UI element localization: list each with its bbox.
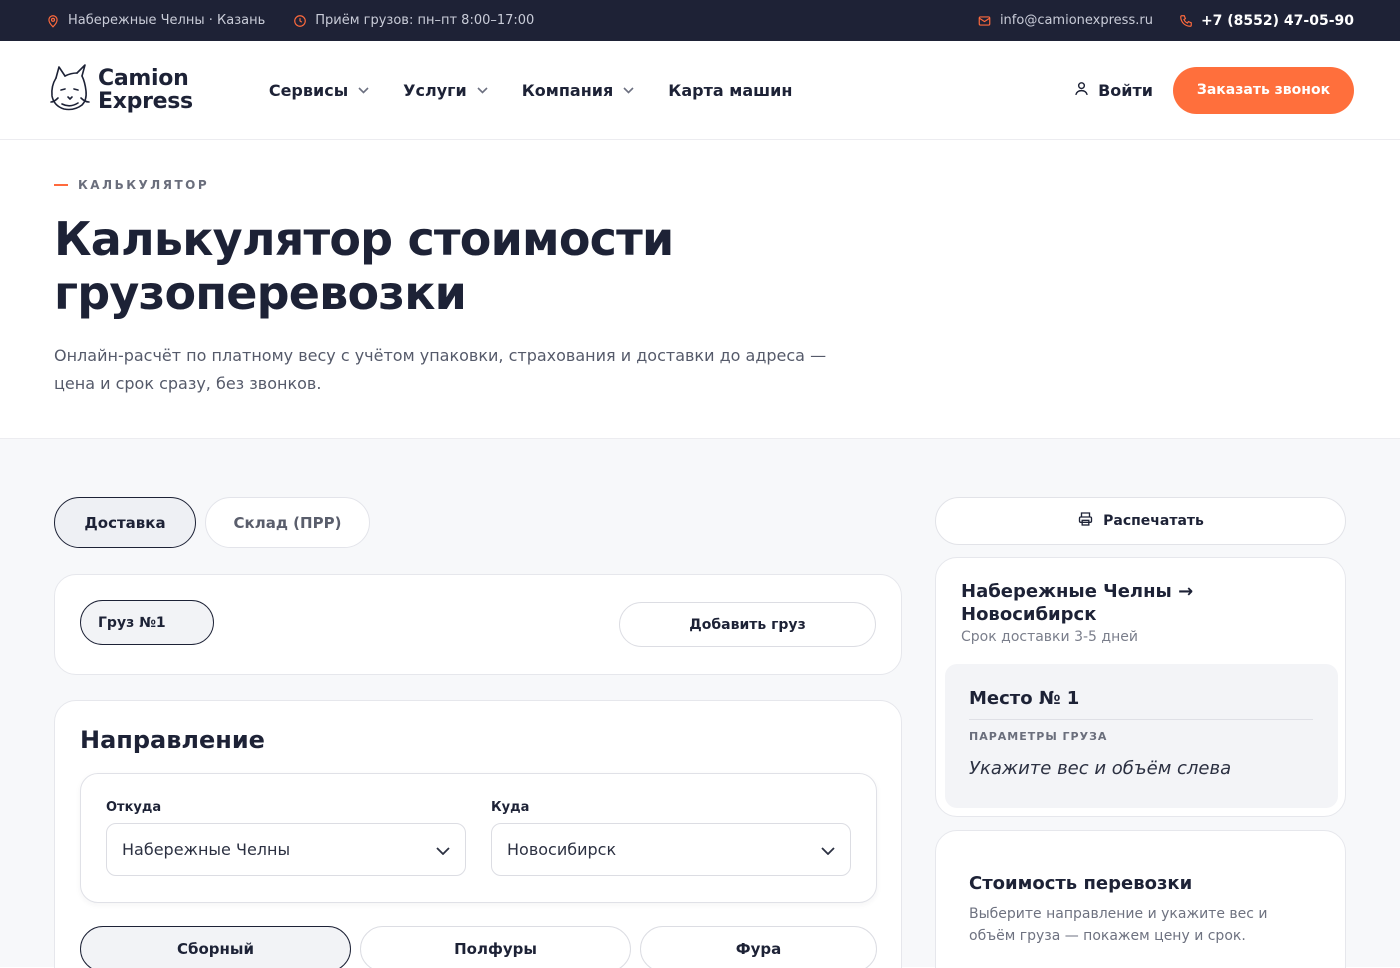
print-label: Распечатать — [1103, 513, 1204, 529]
place-hint: Укажите вес и объём слева — [969, 758, 1232, 779]
cost-card: Стоимость перевозки Выберите направление… — [935, 830, 1346, 968]
nav-truck-map[interactable]: Карта машин — [668, 81, 792, 100]
type-half-truck[interactable]: Полфуры — [360, 926, 631, 968]
chevron-down-icon — [358, 86, 369, 94]
main-nav: Сервисы Услуги Компания Карта машин — [269, 81, 793, 100]
location-info: Набережные Челны · Казань — [46, 13, 265, 28]
eyebrow-dash — [54, 184, 68, 186]
hero-section: КАЛЬКУЛЯТОР Калькулятор стоимости грузоп… — [0, 140, 1400, 439]
place-title: Место № 1 — [969, 688, 1080, 709]
add-cargo-button[interactable]: Добавить груз — [619, 602, 876, 647]
cost-description: Выберите направление и укажите вес и объ… — [969, 906, 1268, 944]
phone-text: +7 (8552) 47-05-90 — [1200, 12, 1354, 29]
nav-services[interactable]: Сервисы — [269, 81, 369, 100]
hours-info: Приём грузов: пн–пт 8:00–17:00 — [293, 13, 534, 28]
direction-fields: Откуда Набережные Челны Куда Новосибирск — [80, 773, 877, 903]
chevron-down-icon — [821, 840, 835, 859]
user-icon — [1073, 80, 1090, 101]
delivery-term: Срок доставки 3-5 дней — [961, 629, 1138, 645]
logo-line-2: Express — [98, 89, 193, 114]
cargo-1-tab[interactable]: Груз №1 — [80, 600, 214, 645]
mail-icon — [977, 14, 992, 28]
printer-icon — [1077, 511, 1094, 531]
to-field: Куда Новосибирск — [491, 800, 851, 876]
hours-text: Приём грузов: пн–пт 8:00–17:00 — [315, 13, 535, 28]
nav-offerings[interactable]: Услуги — [403, 81, 488, 100]
chevron-down-icon — [477, 86, 488, 94]
direction-card: Направление Откуда Набережные Челны Куда… — [54, 700, 902, 968]
nav-company[interactable]: Компания — [522, 81, 635, 100]
transport-type-selector: Сборный Полфуры Фура — [80, 926, 877, 968]
page-title: Калькулятор стоимости грузоперевозки — [54, 212, 1346, 320]
nav-services-label: Сервисы — [268, 80, 349, 100]
from-value: Набережные Челны — [122, 840, 291, 859]
location-pin-icon — [46, 14, 60, 28]
cargo-tabs-card: Груз №1 Добавить груз — [54, 574, 902, 675]
page-title-line-2: грузоперевозки — [54, 266, 467, 320]
phone-link[interactable]: +7 (8552) 47-05-90 — [1179, 13, 1354, 29]
section-eyebrow: КАЛЬКУЛЯТОР — [54, 178, 1346, 192]
calculator-section: Доставка Склад (ПРР) Груз №1 Добавить гр… — [0, 439, 1400, 968]
tab-warehouse[interactable]: Склад (ПРР) — [205, 497, 370, 548]
page-title-line-1: Калькулятор стоимости — [54, 212, 674, 266]
clock-icon — [293, 14, 307, 28]
main-header: Camion Express Сервисы Услуги Компания К… — [0, 41, 1400, 140]
phone-icon — [1179, 14, 1193, 28]
page-subtitle-line-1: Онлайн-расчёт по платному весу с учётом … — [54, 346, 827, 365]
eyebrow-text: КАЛЬКУЛЯТОР — [78, 178, 210, 192]
lynx-logo-icon — [48, 64, 90, 116]
print-button[interactable]: Распечатать — [935, 497, 1346, 545]
route-title: Набережные Челны → Новосибирск — [961, 581, 1194, 625]
login-button[interactable]: Войти — [1073, 80, 1153, 101]
location-text: Набережные Челны · Казань — [68, 13, 266, 28]
page-subtitle-line-2: цена и срок сразу, без звонков. — [54, 374, 322, 393]
type-groupage[interactable]: Сборный — [80, 926, 351, 968]
tab-delivery[interactable]: Доставка — [54, 497, 196, 548]
route-summary-card: Набережные Челны → Новосибирск Срок дост… — [935, 557, 1346, 817]
cost-title: Стоимость перевозки — [969, 873, 1193, 894]
place-summary: Место № 1 ПАРАМЕТРЫ ГРУЗА Укажите вес и … — [945, 664, 1338, 808]
nav-offerings-label: Услуги — [403, 80, 467, 100]
mode-tabs: Доставка Склад (ПРР) — [54, 497, 370, 548]
to-select[interactable]: Новосибирск — [491, 823, 851, 876]
logo-line-1: Camion — [98, 66, 189, 91]
type-full-truck[interactable]: Фура — [640, 926, 877, 968]
direction-title: Направление — [80, 726, 265, 754]
page-subtitle: Онлайн-расчёт по платному весу с учётом … — [54, 342, 844, 398]
nav-company-label: Компания — [521, 80, 614, 100]
to-value: Новосибирск — [507, 840, 617, 859]
top-bar: Набережные Челны · Казань Приём грузов: … — [0, 0, 1400, 41]
chevron-down-icon — [623, 86, 634, 94]
email-link[interactable]: info@camionexpress.ru — [977, 13, 1153, 28]
from-select[interactable]: Набережные Челны — [106, 823, 466, 876]
login-label: Войти — [1098, 80, 1153, 100]
logo[interactable]: Camion Express — [48, 64, 193, 116]
to-label: Куда — [491, 800, 530, 815]
from-field: Откуда Набережные Челны — [106, 800, 466, 876]
email-text: info@camionexpress.ru — [999, 13, 1153, 28]
nav-truck-map-label: Карта машин — [668, 80, 793, 100]
chevron-down-icon — [436, 840, 450, 859]
from-label: Откуда — [106, 800, 162, 815]
divider — [969, 719, 1313, 720]
request-call-button[interactable]: Заказать звонок — [1173, 66, 1354, 114]
place-params-label: ПАРАМЕТРЫ ГРУЗА — [969, 730, 1108, 743]
